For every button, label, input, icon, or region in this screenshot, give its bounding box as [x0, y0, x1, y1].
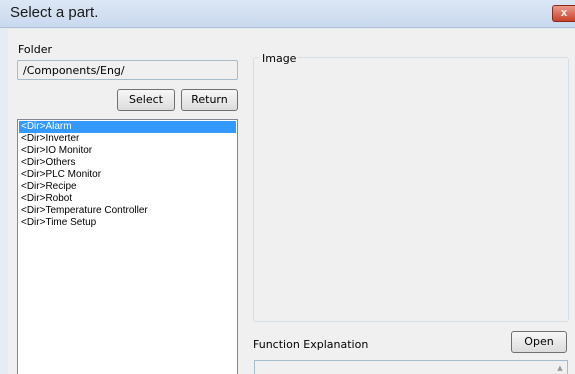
list-item-others[interactable]: <Dir>Others [19, 157, 236, 169]
parts-list[interactable]: <Dir>Alarm <Dir>Inverter <Dir>IO Monitor… [17, 119, 238, 374]
return-button[interactable]: Return [181, 89, 238, 111]
window-title: Select a part. [10, 4, 99, 21]
folder-label: Folder [18, 43, 52, 56]
function-explanation-box[interactable]: ▲ [254, 360, 568, 374]
function-explanation-label: Function Explanation [253, 338, 369, 351]
list-item-inverter[interactable]: <Dir>Inverter [19, 133, 236, 145]
image-preview-panel [253, 57, 569, 322]
list-item-temperature-controller[interactable]: <Dir>Temperature Controller [19, 205, 236, 217]
image-panel-label: Image [262, 52, 297, 65]
folder-path-field[interactable]: /Components/Eng/ [17, 60, 238, 80]
list-item-alarm[interactable]: <Dir>Alarm [19, 121, 236, 133]
close-icon[interactable]: x [552, 5, 575, 22]
title-bar: Select a part. x [0, 0, 575, 28]
list-item-time-setup[interactable]: <Dir>Time Setup [19, 217, 236, 229]
select-button[interactable]: Select [117, 89, 175, 111]
list-item-robot[interactable]: <Dir>Robot [19, 193, 236, 205]
list-item-plc-monitor[interactable]: <Dir>PLC Monitor [19, 169, 236, 181]
open-button[interactable]: Open [511, 331, 567, 353]
list-item-recipe[interactable]: <Dir>Recipe [19, 181, 236, 193]
dialog-body: Folder /Components/Eng/ Select Return <D… [8, 29, 575, 374]
scroll-up-arrow-icon[interactable]: ▲ [555, 364, 565, 372]
list-item-io-monitor[interactable]: <Dir>IO Monitor [19, 145, 236, 157]
